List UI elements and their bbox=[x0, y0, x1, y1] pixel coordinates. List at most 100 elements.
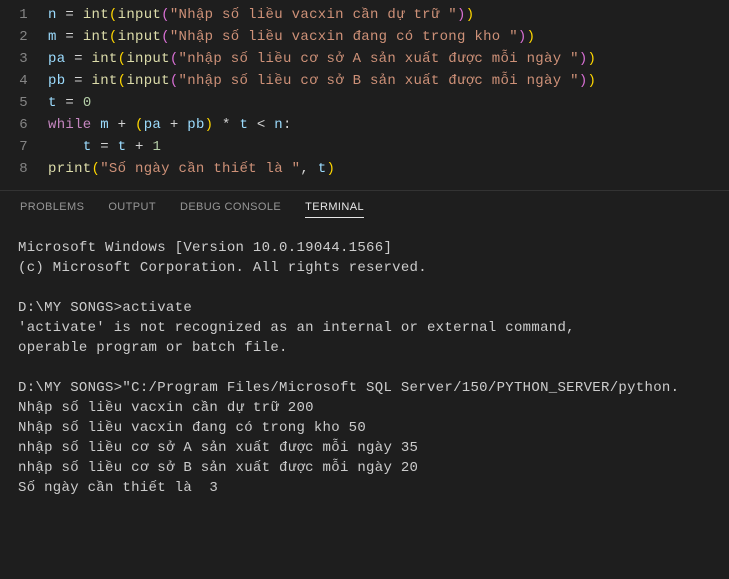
code-token: ) bbox=[518, 29, 527, 45]
code-token: input bbox=[126, 73, 170, 89]
code-content[interactable]: t = t + 1 bbox=[48, 136, 729, 158]
code-content[interactable]: n = int(input("Nhập số liều vacxin cần d… bbox=[48, 4, 729, 26]
code-token: ( bbox=[161, 29, 170, 45]
terminal-line: operable program or batch file. bbox=[18, 338, 711, 358]
panel-tab-problems[interactable]: PROBLEMS bbox=[20, 201, 84, 218]
code-token: t bbox=[239, 117, 248, 133]
terminal-line bbox=[18, 278, 711, 298]
terminal-output[interactable]: Microsoft Windows [Version 10.0.19044.15… bbox=[0, 224, 729, 512]
code-editor[interactable]: 1n = int(input("Nhập số liều vacxin cần … bbox=[0, 0, 729, 190]
code-content[interactable]: m = int(input("Nhập số liều vacxin đang … bbox=[48, 26, 729, 48]
code-token: t bbox=[83, 139, 92, 155]
terminal-line: D:\MY SONGS>activate bbox=[18, 298, 711, 318]
code-token: "Nhập số liều vacxin cần dự trữ " bbox=[170, 7, 457, 23]
code-token: ) bbox=[466, 7, 475, 23]
code-token: 0 bbox=[83, 95, 92, 111]
code-token: + bbox=[161, 117, 187, 133]
code-content[interactable]: print("Số ngày cần thiết là ", t) bbox=[48, 158, 729, 180]
line-number: 1 bbox=[0, 4, 48, 26]
terminal-line: Nhập số liều vacxin đang có trong kho 50 bbox=[18, 418, 711, 438]
code-token: ( bbox=[170, 73, 179, 89]
code-token: : bbox=[283, 117, 292, 133]
code-token: 1 bbox=[152, 139, 161, 155]
code-token: + bbox=[109, 117, 135, 133]
terminal-line bbox=[18, 358, 711, 378]
code-token: "nhập số liều cơ sở A sản xuất được mỗi … bbox=[179, 51, 579, 67]
code-token: < bbox=[248, 117, 274, 133]
code-content[interactable]: pa = int(input("nhập số liều cơ sở A sản… bbox=[48, 48, 729, 70]
code-token: m bbox=[48, 29, 57, 45]
code-token: t bbox=[48, 95, 57, 111]
terminal-line: D:\MY SONGS>"C:/Program Files/Microsoft … bbox=[18, 378, 711, 398]
code-token: int bbox=[92, 51, 118, 67]
code-token: = bbox=[65, 73, 91, 89]
code-token: = bbox=[65, 51, 91, 67]
code-token: = bbox=[57, 29, 83, 45]
code-token: ) bbox=[457, 7, 466, 23]
line-number: 7 bbox=[0, 136, 48, 158]
panel-tab-terminal[interactable]: TERMINAL bbox=[305, 201, 364, 218]
code-line[interactable]: 5t = 0 bbox=[0, 92, 729, 114]
code-token: m bbox=[100, 117, 109, 133]
code-token: "Số ngày cần thiết là " bbox=[100, 161, 300, 177]
terminal-line: Microsoft Windows [Version 10.0.19044.15… bbox=[18, 238, 711, 258]
code-token: ) bbox=[527, 29, 536, 45]
code-token: ( bbox=[92, 161, 101, 177]
code-token: , bbox=[300, 161, 317, 177]
code-line[interactable]: 1n = int(input("Nhập số liều vacxin cần … bbox=[0, 4, 729, 26]
code-line[interactable]: 7 t = t + 1 bbox=[0, 136, 729, 158]
code-token: ) bbox=[579, 73, 588, 89]
terminal-line: 'activate' is not recognized as an inter… bbox=[18, 318, 711, 338]
code-token: ( bbox=[161, 7, 170, 23]
code-line[interactable]: 4pb = int(input("nhập số liều cơ sở B sả… bbox=[0, 70, 729, 92]
code-content[interactable]: t = 0 bbox=[48, 92, 729, 114]
code-token: ) bbox=[588, 73, 597, 89]
code-token: * bbox=[213, 117, 239, 133]
line-number: 4 bbox=[0, 70, 48, 92]
line-number: 3 bbox=[0, 48, 48, 70]
code-token: = bbox=[57, 95, 83, 111]
code-token: int bbox=[92, 73, 118, 89]
code-line[interactable]: 3pa = int(input("nhập số liều cơ sở A sả… bbox=[0, 48, 729, 70]
code-content[interactable]: pb = int(input("nhập số liều cơ sở B sản… bbox=[48, 70, 729, 92]
terminal-line: (c) Microsoft Corporation. All rights re… bbox=[18, 258, 711, 278]
code-token: n bbox=[274, 117, 283, 133]
terminal-line: nhập số liều cơ sở A sản xuất được mỗi n… bbox=[18, 438, 711, 458]
terminal-line: Số ngày cần thiết là 3 bbox=[18, 478, 711, 498]
panel-tab-debug-console[interactable]: DEBUG CONSOLE bbox=[180, 201, 281, 218]
code-token: int bbox=[83, 7, 109, 23]
code-line[interactable]: 6while m + (pa + pb) * t < n: bbox=[0, 114, 729, 136]
code-token: ( bbox=[109, 7, 118, 23]
line-number: 5 bbox=[0, 92, 48, 114]
code-token: ( bbox=[109, 29, 118, 45]
code-line[interactable]: 8print("Số ngày cần thiết là ", t) bbox=[0, 158, 729, 180]
code-token: print bbox=[48, 161, 92, 177]
code-token: pb bbox=[48, 73, 65, 89]
line-number: 8 bbox=[0, 158, 48, 180]
code-token: + bbox=[126, 139, 152, 155]
code-token: pa bbox=[48, 51, 65, 67]
code-token bbox=[92, 117, 101, 133]
line-number: 6 bbox=[0, 114, 48, 136]
code-token: pa bbox=[144, 117, 161, 133]
line-number: 2 bbox=[0, 26, 48, 48]
terminal-line: nhập số liều cơ sở B sản xuất được mỗi n… bbox=[18, 458, 711, 478]
code-token: int bbox=[83, 29, 109, 45]
code-token: "nhập số liều cơ sở B sản xuất được mỗi … bbox=[179, 73, 579, 89]
panel-tabs: PROBLEMS OUTPUT DEBUG CONSOLE TERMINAL bbox=[0, 190, 729, 224]
code-token: input bbox=[118, 7, 162, 23]
terminal-line: Nhập số liều vacxin cần dự trữ 200 bbox=[18, 398, 711, 418]
code-token: input bbox=[118, 29, 162, 45]
code-content[interactable]: while m + (pa + pb) * t < n: bbox=[48, 114, 729, 136]
code-token: ) bbox=[588, 51, 597, 67]
code-token: "Nhập số liều vacxin đang có trong kho " bbox=[170, 29, 518, 45]
code-token: ( bbox=[170, 51, 179, 67]
code-token: ) bbox=[579, 51, 588, 67]
code-token: = bbox=[92, 139, 118, 155]
panel-tab-output[interactable]: OUTPUT bbox=[108, 201, 156, 218]
code-token: input bbox=[126, 51, 170, 67]
code-token: while bbox=[48, 117, 92, 133]
code-line[interactable]: 2m = int(input("Nhập số liều vacxin đang… bbox=[0, 26, 729, 48]
code-token: = bbox=[57, 7, 83, 23]
code-token: ( bbox=[135, 117, 144, 133]
